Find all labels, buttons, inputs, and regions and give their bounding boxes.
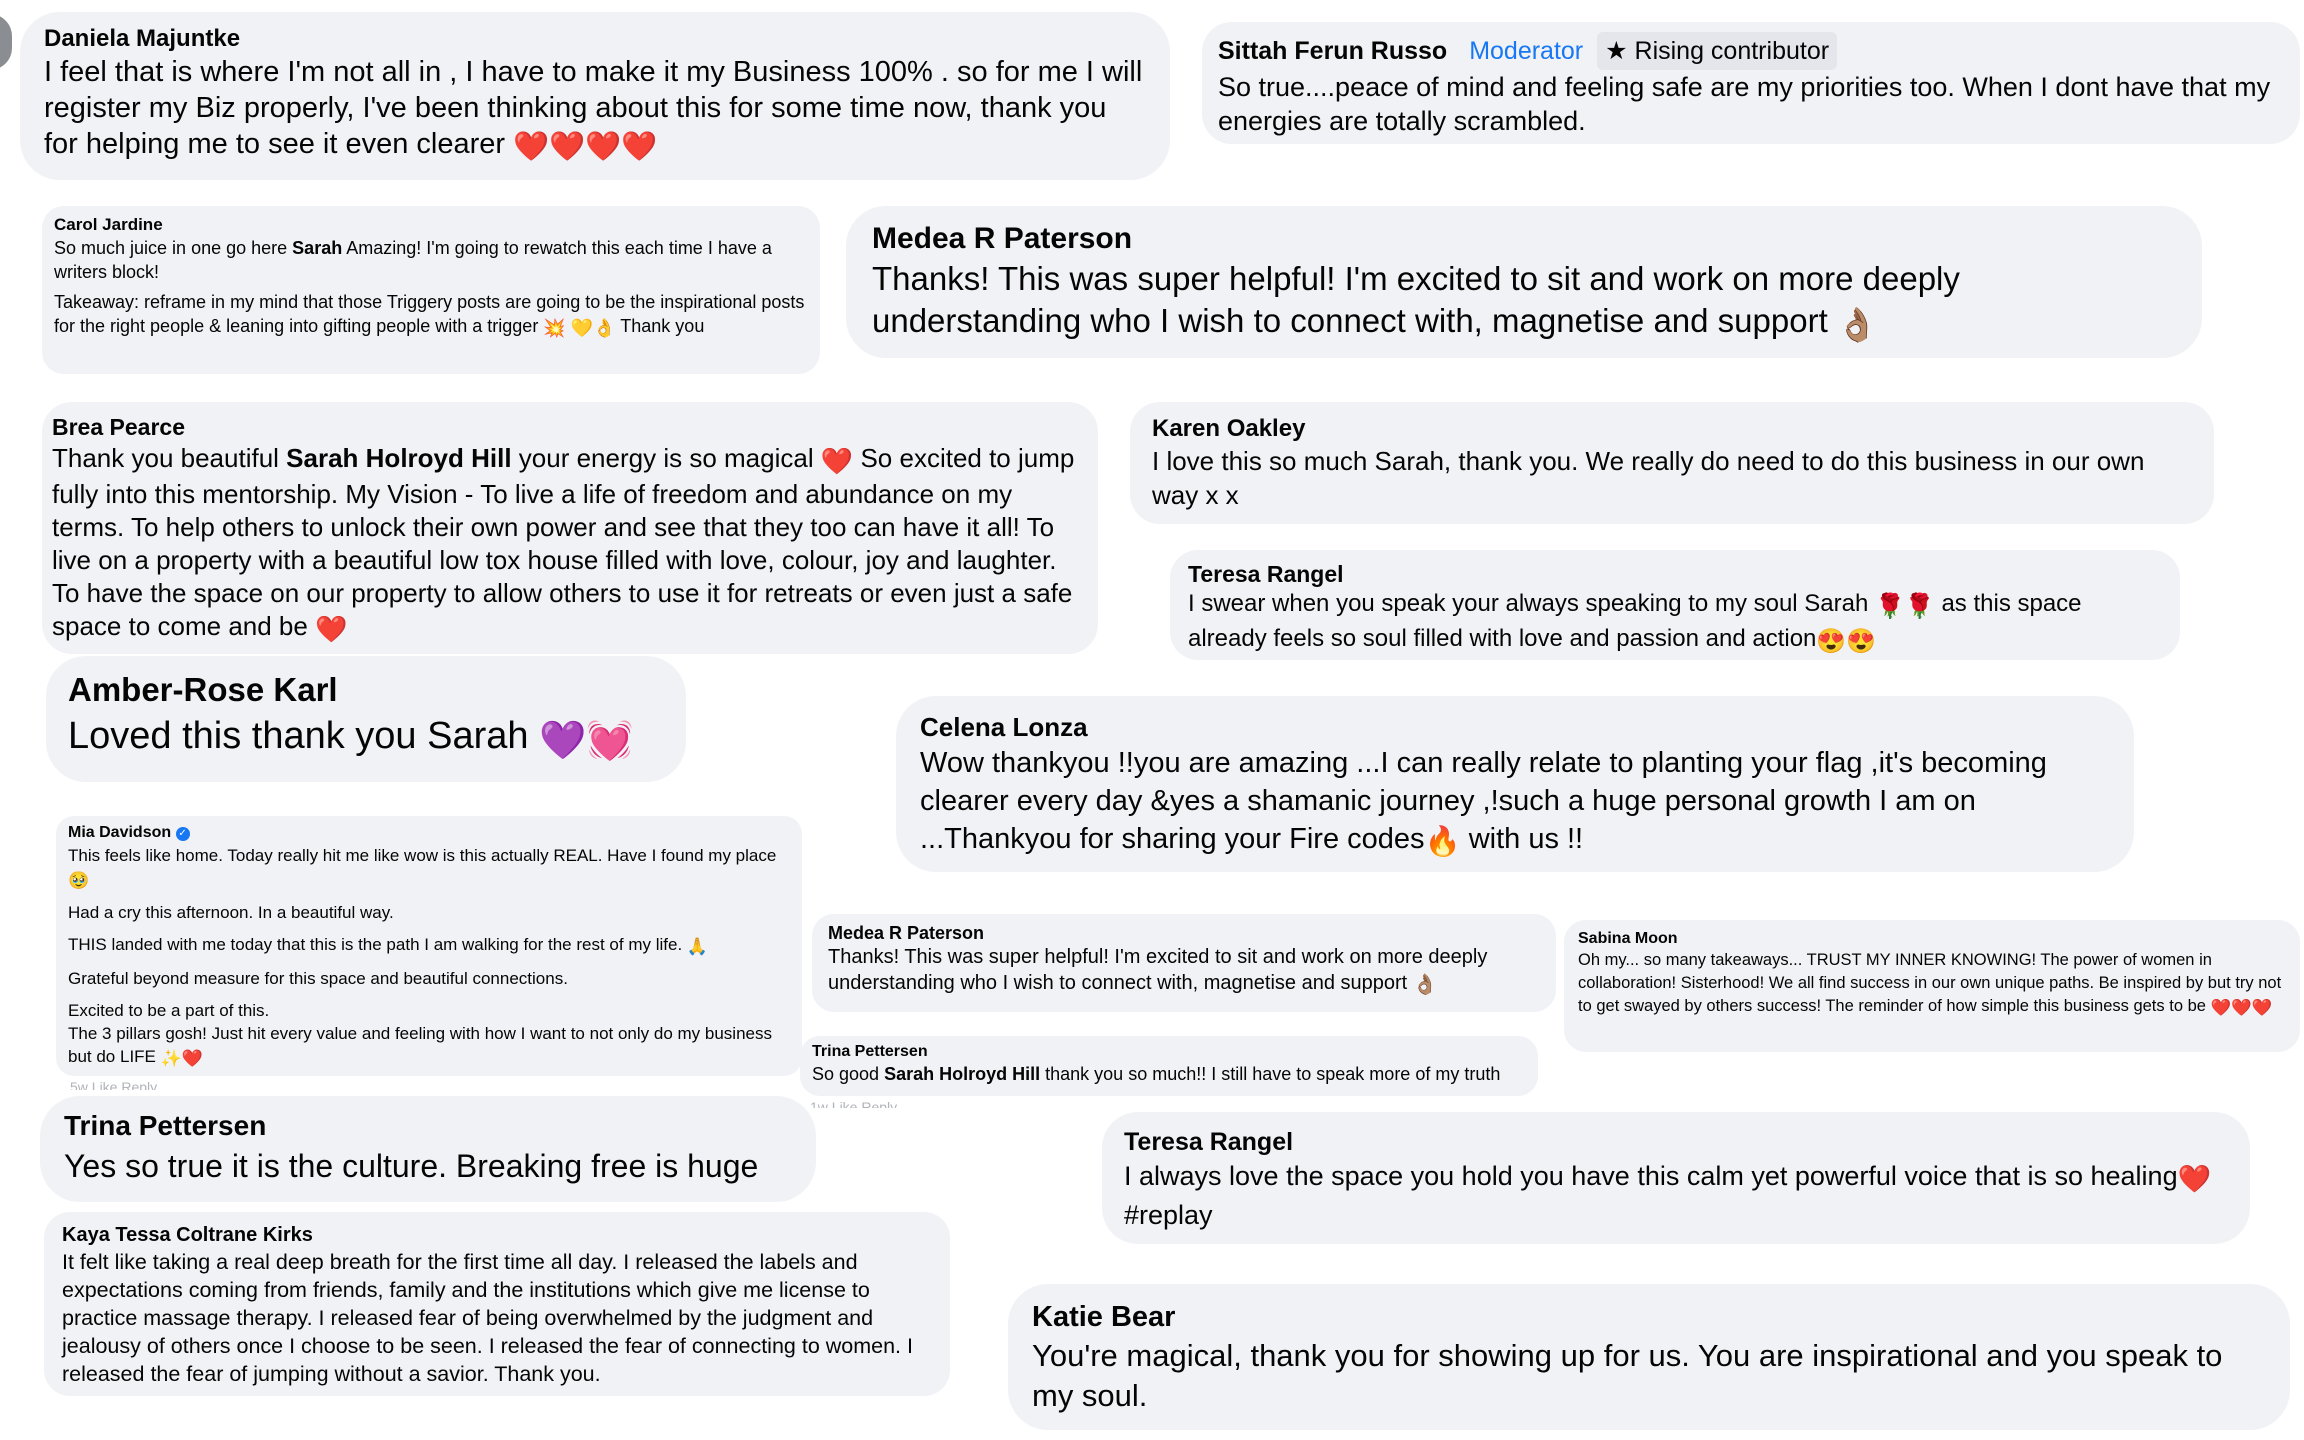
- comment-text: So much juice in one go here: [54, 238, 288, 258]
- comment-bubble: Daniela Majuntke I feel that is where I'…: [20, 12, 1170, 180]
- comment-bubble: Karen Oakley I love this so much Sarah, …: [1130, 402, 2214, 524]
- comment-author[interactable]: Medea R Paterson: [828, 922, 1540, 944]
- star-icon: ★: [1605, 37, 1628, 65]
- comment-text: Yes so true it is the culture. Breaking …: [64, 1148, 759, 1184]
- comment-bubble: Amber-Rose Karl Loved this thank you Sar…: [46, 656, 686, 782]
- comment-text: Grateful beyond measure for this space a…: [68, 969, 568, 989]
- comment-text: Excited to be a part of this.: [68, 1001, 270, 1021]
- purple-heart-emoji: 💜💓: [539, 719, 634, 762]
- comment-text: Oh my... so many takeaways... TRUST MY I…: [1578, 951, 2282, 1015]
- comment-text: Thanks! This was super helpful! I'm exci…: [828, 946, 1488, 994]
- comment-author[interactable]: Sittah Ferun Russo: [1218, 37, 1447, 65]
- rising-contributor-badge: ★ Rising contributor: [1597, 32, 1838, 70]
- comment-author[interactable]: Daniela Majuntke: [44, 24, 1146, 54]
- sparkles-heart-emoji: ✨❤️: [160, 1049, 203, 1069]
- comment-bubble: Medea R Paterson Thanks! This was super …: [812, 914, 1556, 1012]
- comment-text: Thank you: [620, 316, 705, 336]
- comment-text: Had a cry this afternoon. In a beautiful…: [68, 903, 394, 923]
- comment-author[interactable]: Katie Bear: [1032, 1298, 2266, 1336]
- comment-author[interactable]: Trina Pettersen: [812, 1042, 1526, 1062]
- comment-text: I love this so much Sarah, thank you. We…: [1152, 446, 2145, 510]
- comment-text: I always love the space you hold you hav…: [1124, 1161, 2178, 1191]
- moderator-badge: Moderator: [1469, 37, 1584, 65]
- comment-author[interactable]: Kaya Tessa Coltrane Kirks: [62, 1222, 932, 1248]
- comment-text: I swear when you speak your always speak…: [1188, 590, 1869, 617]
- comment-author[interactable]: Karen Oakley: [1152, 414, 2192, 444]
- comment-author[interactable]: Brea Pearce: [52, 412, 1088, 442]
- comment-text: Loved this thank you Sarah: [68, 715, 529, 757]
- comment-author[interactable]: Medea R Paterson: [872, 220, 2176, 258]
- heart-eyes-emoji: 😍😍: [1816, 627, 1877, 655]
- comment-author[interactable]: Teresa Rangel: [1124, 1126, 2228, 1158]
- comment-bubble: Mia Davidson ✓ This feels like home. Tod…: [56, 816, 802, 1076]
- comment-bubble: Medea R Paterson Thanks! This was super …: [846, 206, 2202, 358]
- heart-ok-emoji: 💛👌: [570, 318, 616, 339]
- comment-actions-fragment[interactable]: 5w Like Reply: [70, 1080, 157, 1090]
- mention-link[interactable]: Sarah Holroyd Hill: [884, 1064, 1040, 1084]
- comment-text: thank you so much!! I still have to spea…: [1045, 1064, 1501, 1084]
- comment-text: So true....peace of mind and feeling saf…: [1218, 72, 2271, 136]
- praying-hands-emoji: 🙏: [686, 937, 709, 957]
- comment-bubble: Teresa Rangel I swear when you speak you…: [1170, 550, 2180, 660]
- verified-badge-icon: ✓: [175, 827, 190, 841]
- comment-bubble: Teresa Rangel I always love the space yo…: [1102, 1112, 2250, 1244]
- comment-text: So good: [812, 1064, 880, 1084]
- comment-bubble: Trina Pettersen So good Sarah Holroyd Hi…: [800, 1036, 1538, 1096]
- fire-emoji: 🔥: [1424, 826, 1461, 859]
- heart-emoji: ❤️: [315, 614, 348, 645]
- comment-text: with us !!: [1468, 823, 1584, 855]
- comment-bubble: Brea Pearce Thank you beautiful Sarah Ho…: [42, 402, 1098, 654]
- comment-bubble: Carol Jardine So much juice in one go he…: [42, 206, 820, 374]
- comment-text: Thanks! This was super helpful! I'm exci…: [872, 260, 1960, 339]
- comment-text: Thank you beautiful: [52, 443, 279, 473]
- ok-hand-emoji: 👌🏽: [1412, 974, 1438, 997]
- comment-bubble: Kaya Tessa Coltrane Kirks It felt like t…: [44, 1212, 950, 1396]
- comment-bubble: Celena Lonza Wow thankyou !!you are amaz…: [896, 696, 2134, 872]
- comment-bubble: Sittah Ferun Russo Moderator ★ Rising cont…: [1202, 22, 2300, 144]
- rose-emoji: 🌹🌹: [1875, 592, 1935, 620]
- comment-actions-fragment[interactable]: 1w Like Reply: [810, 1100, 897, 1108]
- comment-bubble: Katie Bear You're magical, thank you for…: [1008, 1284, 2290, 1430]
- mention-link[interactable]: Sarah: [292, 238, 342, 258]
- comment-text: You're magical, thank you for showing up…: [1032, 1338, 2223, 1413]
- heart-emoji: ❤️: [2177, 1164, 2212, 1195]
- comment-author[interactable]: Amber-Rose Karl: [68, 670, 664, 710]
- comment-bubble: Trina Pettersen Yes so true it is the cu…: [40, 1096, 816, 1202]
- heart-emoji: ❤️: [820, 446, 854, 477]
- comment-author[interactable]: Teresa Rangel: [1188, 560, 2162, 588]
- comment-author[interactable]: Mia Davidson: [68, 824, 171, 841]
- hearts-emoji: ❤️❤️❤️: [2210, 998, 2273, 1017]
- comment-author[interactable]: Sabina Moon: [1578, 928, 2286, 949]
- comment-author[interactable]: Carol Jardine: [54, 214, 808, 236]
- comment-text: This feels like home. Today really hit m…: [68, 846, 777, 865]
- comment-text: THIS landed with me today that this is t…: [68, 935, 683, 955]
- comment-text: your energy is so magical: [518, 443, 814, 473]
- hashtag-link[interactable]: #replay: [1124, 1200, 1213, 1230]
- mention-link[interactable]: Sarah Holroyd Hill: [286, 443, 511, 473]
- comment-author[interactable]: Celena Lonza: [920, 710, 2110, 744]
- hearts-emoji: ❤️❤️❤️❤️: [513, 131, 658, 164]
- comment-author[interactable]: Trina Pettersen: [64, 1108, 792, 1144]
- ok-hand-emoji: 👌🏽: [1836, 305, 1879, 343]
- collision-emoji: 💥: [543, 318, 566, 339]
- avatar[interactable]: [0, 14, 12, 70]
- comment-text: It felt like taking a real deep breath f…: [62, 1250, 913, 1386]
- tearful-face-emoji: 🥹: [68, 871, 90, 891]
- comment-bubble: Sabina Moon Oh my... so many takeaways..…: [1564, 920, 2300, 1052]
